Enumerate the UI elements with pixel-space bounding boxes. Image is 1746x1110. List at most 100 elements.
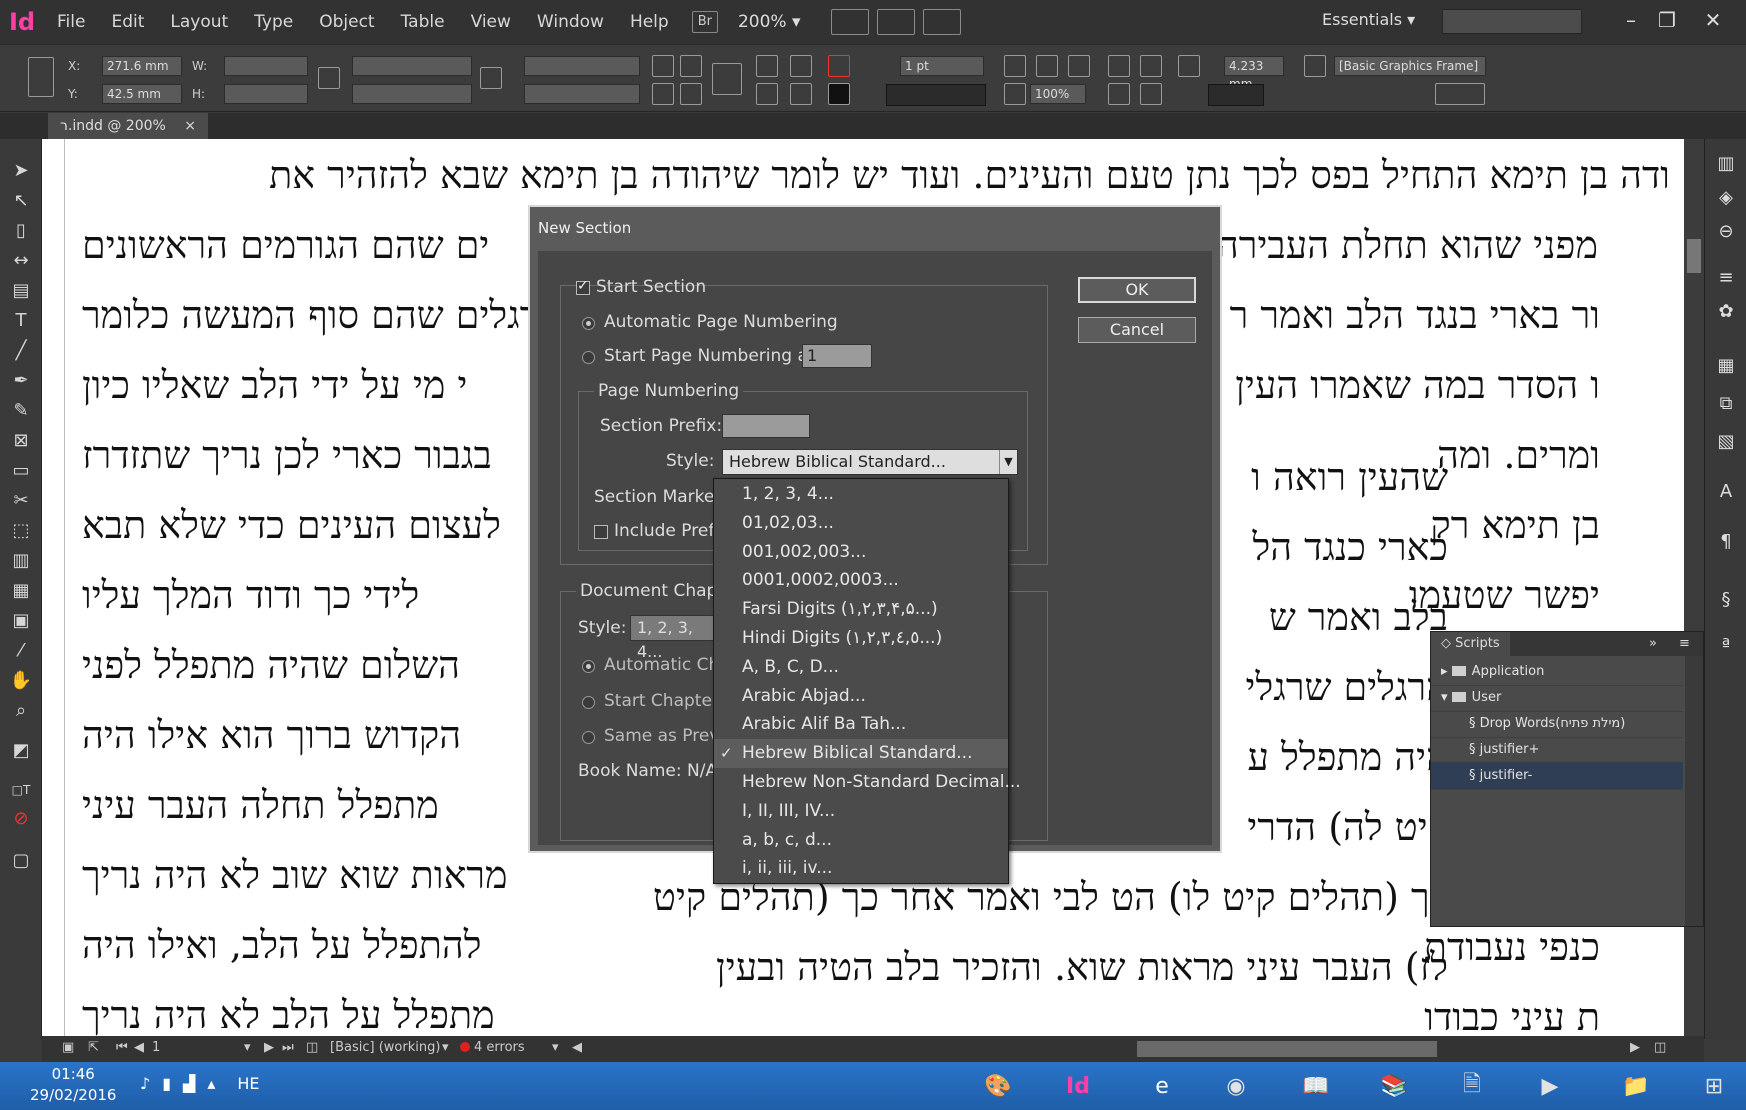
menu-object[interactable]: Object [306, 0, 387, 44]
help-search-input[interactable] [1442, 9, 1582, 34]
style-option[interactable]: A, B, C, D... [714, 653, 1008, 682]
page-menu-icon[interactable]: ▾ [244, 1040, 251, 1055]
fill-stroke-icon[interactable]: ◩ [9, 739, 33, 761]
stroke-swatch-icon[interactable] [828, 83, 850, 105]
media-player-taskbar-icon[interactable]: ▶ [1524, 1065, 1576, 1107]
open-new-window-icon[interactable]: ⇱ [88, 1040, 99, 1055]
system-clock[interactable]: 01:46 29/02/2016 [30, 1064, 116, 1106]
workspace-switcher[interactable]: Essentials ▾ [1322, 10, 1415, 29]
vertical-scroll-thumb[interactable] [1687, 239, 1701, 273]
close-window-button[interactable]: ✕ [1696, 6, 1730, 34]
page-number-field[interactable]: 1 [152, 1040, 160, 1055]
corner-options-icon[interactable] [1004, 55, 1026, 77]
previous-page-button[interactable]: ◀ [134, 1040, 144, 1055]
panel-menu-icon[interactable] [1724, 67, 1746, 89]
gradient-feather-tool-icon[interactable]: ▦ [9, 579, 33, 601]
clear-overrides-icon[interactable] [1435, 83, 1485, 105]
stroke-type-select[interactable] [886, 84, 986, 106]
rotate-cw-icon[interactable] [652, 55, 674, 77]
fill-swatch-icon[interactable] [828, 55, 850, 77]
style-option[interactable]: Farsi Digits (۱,۲,۳,۴,۵...) [714, 595, 1008, 624]
style-option[interactable]: ✓ Hebrew Biblical Standard... [714, 739, 1008, 769]
width-field[interactable] [224, 56, 308, 76]
preflight-icon[interactable]: ▣ [62, 1040, 74, 1055]
start-section-checkbox[interactable] [576, 278, 590, 295]
arrange-documents-icon[interactable] [922, 9, 961, 35]
y-position-field[interactable]: 42.5 mm [102, 84, 182, 104]
page-tool-icon[interactable]: ▯ [9, 219, 33, 241]
rectangle-frame-tool-icon[interactable]: ⊠ [9, 429, 33, 451]
gradient-tool-icon[interactable]: ▥ [9, 549, 33, 571]
select-next-icon[interactable] [790, 83, 812, 105]
scroll-left-button[interactable]: ◀ [572, 1040, 582, 1055]
zoom-level-select[interactable]: 200% ▾ [738, 12, 801, 32]
start-at-field[interactable]: 1 [802, 344, 872, 368]
collapse-panel-icon[interactable]: » [1649, 636, 1657, 651]
note-tool-icon[interactable]: ▣ [9, 609, 33, 631]
pages-panel-icon[interactable]: ▥ [1714, 151, 1738, 175]
flip-vertical-icon[interactable] [680, 83, 702, 105]
pen-tool-icon[interactable]: ✒ [9, 369, 33, 391]
style-select[interactable]: Hebrew Biblical Standard... ▼ [722, 449, 1018, 475]
style-option[interactable]: Arabic Alif Ba Tah... [714, 710, 1008, 739]
menu-layout[interactable]: Layout [157, 0, 241, 44]
script-item[interactable]: § Drop Words(מילת פתיח) [1431, 710, 1683, 738]
rectangle-tool-icon[interactable]: ▭ [9, 459, 33, 481]
indesign-taskbar-icon[interactable]: Id [1052, 1065, 1104, 1107]
script-item[interactable]: § justifier+ [1431, 736, 1683, 764]
hand-tool-icon[interactable]: ✋ [9, 669, 33, 691]
paragraph-panel-icon[interactable]: ¶ [1714, 529, 1738, 553]
gap-field[interactable]: 4.233 mm [1224, 56, 1284, 91]
script-folder[interactable]: ▾ User [1431, 684, 1683, 712]
menu-edit[interactable]: Edit [98, 0, 157, 44]
screen-mode-tool-icon[interactable]: ▢ [9, 849, 33, 871]
menu-help[interactable]: Help [617, 0, 682, 44]
layers-panel-icon[interactable]: ◈ [1714, 185, 1738, 209]
rotate-ccw-icon[interactable] [680, 55, 702, 77]
formatting-container-icon[interactable]: □T [9, 779, 33, 801]
style-option[interactable]: 0001,0002,0003... [714, 566, 1008, 595]
gap-tool-icon[interactable]: ↔ [9, 249, 33, 271]
bridge-button[interactable]: Br [691, 11, 718, 33]
style-option[interactable]: Arabic Abjad... [714, 682, 1008, 711]
start-at-radio[interactable] [582, 351, 595, 364]
menu-type[interactable]: Type [241, 0, 306, 44]
scripts-panel-icon[interactable]: § [1714, 587, 1738, 611]
free-transform-tool-icon[interactable]: ⬚ [9, 519, 33, 541]
same-as-previous-radio[interactable] [582, 731, 595, 744]
file-explorer-taskbar-icon[interactable]: 📁 [1610, 1065, 1662, 1107]
disclosure-triangle-icon[interactable]: ▸ [1441, 664, 1452, 679]
close-tab-icon[interactable]: × [184, 118, 196, 134]
glyphs-panel-icon[interactable]: ª [1714, 633, 1738, 657]
text-wrap-none-icon[interactable] [1108, 55, 1130, 77]
direct-selection-tool-icon[interactable]: ↖ [9, 189, 33, 211]
section-prefix-field[interactable] [722, 414, 810, 438]
auto-chapter-radio[interactable] [582, 660, 595, 673]
reference-point-icon[interactable] [28, 57, 54, 97]
pencil-tool-icon[interactable]: ✎ [9, 399, 33, 421]
line-tool-icon[interactable]: ╱ [9, 339, 33, 361]
preflight-menu-icon[interactable]: ▾ [442, 1040, 449, 1055]
horizontal-scroll-thumb[interactable] [1137, 1041, 1437, 1057]
frame-fitting-select[interactable] [1208, 84, 1264, 106]
eyedropper-tool-icon[interactable]: ⁄ [9, 639, 33, 661]
style-option[interactable]: Hebrew Non-Standard Decimal... [714, 768, 1021, 797]
text-wrap-bbox-icon[interactable] [1140, 55, 1162, 77]
language-indicator[interactable]: HE [237, 1074, 259, 1093]
swatches-panel-icon[interactable]: ▦ [1714, 353, 1738, 377]
first-page-button[interactable]: ⏮ [116, 1040, 128, 1055]
include-prefix-checkbox[interactable] [594, 525, 608, 539]
select-container-icon[interactable] [756, 55, 778, 77]
select-content-icon[interactable] [790, 55, 812, 77]
links-panel-icon[interactable]: ⊖ [1714, 219, 1738, 243]
constrain-proportions-icon[interactable] [318, 67, 340, 89]
effects-fx-icon[interactable] [1068, 55, 1090, 77]
power-icon[interactable]: ▮ [162, 1074, 171, 1093]
script-folder[interactable]: ▸ Application [1431, 658, 1683, 686]
scale-y-field[interactable] [352, 84, 472, 104]
preflight-profile[interactable]: [Basic] (working) [330, 1040, 440, 1055]
character-panel-icon[interactable]: A [1714, 479, 1738, 503]
type-tool-icon[interactable]: T [9, 309, 33, 331]
view-options-icon[interactable] [830, 9, 869, 35]
lightning-icon[interactable] [1690, 67, 1712, 89]
